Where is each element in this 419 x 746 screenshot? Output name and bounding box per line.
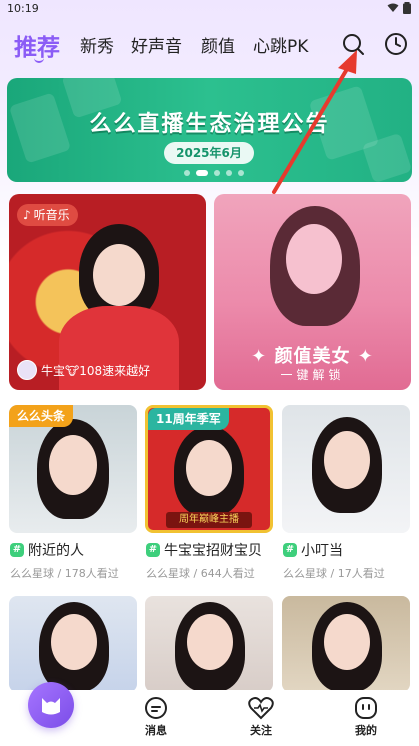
live-card[interactable]: 11周年季军 周年巅峰主播 xyxy=(145,405,273,533)
anniversary-tag: 11周年季军 xyxy=(148,408,229,430)
banner-pagination xyxy=(184,170,244,176)
history-clock-icon[interactable] xyxy=(384,32,408,56)
streamer-face xyxy=(324,431,370,489)
top-nav: 推荐 新秀 好声音 颜值 心跳PK xyxy=(0,26,419,66)
search-icon[interactable] xyxy=(341,32,365,56)
card-title: # 小叮当 xyxy=(283,540,343,560)
announcement-banner[interactable]: 么么直播生态治理公告 2025年6月 xyxy=(7,78,412,182)
topic-hash-icon: # xyxy=(283,543,297,557)
card-title-text: 牛宝宝招财宝贝 xyxy=(164,543,262,559)
streamer-face xyxy=(49,435,97,495)
nav-messages[interactable]: 消息 xyxy=(126,696,186,738)
tab-newcomer[interactable]: 新秀 xyxy=(80,32,114,57)
live-card[interactable] xyxy=(282,596,410,692)
card-meta: 么么星球 / 17人看过 xyxy=(283,567,385,580)
nav-label: 消息 xyxy=(145,724,167,737)
live-card[interactable] xyxy=(282,405,410,533)
music-badge: ♪ 听音乐 xyxy=(17,204,78,226)
banner-dot xyxy=(214,170,220,176)
live-user-name: 牛宝🐮108速来越好 xyxy=(41,363,151,378)
banner-dot-active xyxy=(196,170,208,176)
unlock-subtitle: 一键解锁 xyxy=(280,368,345,382)
banner-title: 么么直播生态治理公告 xyxy=(89,112,330,137)
status-time: 10:19 xyxy=(7,2,39,15)
wifi-icon xyxy=(387,3,399,12)
status-bar: 10:19 xyxy=(0,0,419,18)
bottom-nav: 消息 关注 我的 xyxy=(0,682,419,746)
unlock-title: ✦ 颜值美女 ✦ xyxy=(251,346,374,367)
tab-recommend[interactable]: 推荐 xyxy=(14,28,60,62)
avatar xyxy=(17,360,37,380)
music-badge-label: 听音乐 xyxy=(33,208,70,222)
streamer-face xyxy=(51,614,97,670)
nav-follow[interactable]: 关注 xyxy=(231,696,291,738)
card-meta: 么么星球 / 644人看过 xyxy=(146,567,255,580)
card-title-text: 附近的人 xyxy=(28,543,84,559)
banner-date: 2025年6月 xyxy=(164,142,254,164)
message-icon xyxy=(145,697,167,719)
card-meta: 么么星球 / 178人看过 xyxy=(10,567,119,580)
headline-tag: 么么头条 xyxy=(9,405,74,427)
banner-dot xyxy=(238,170,244,176)
topic-hash-icon: # xyxy=(146,543,160,557)
live-card[interactable] xyxy=(145,596,273,692)
streamer-face xyxy=(187,614,233,670)
card-title: # 附近的人 xyxy=(10,540,84,560)
battery-icon xyxy=(403,2,411,14)
featured-live-card[interactable]: ♪ 听音乐 牛宝🐮108速来越好 xyxy=(9,194,206,390)
live-user: 牛宝🐮108速来越好 xyxy=(17,360,150,380)
tab-looks[interactable]: 颜值 xyxy=(201,32,235,57)
tab-good-voice[interactable]: 好声音 xyxy=(131,32,182,57)
banner-dot xyxy=(184,170,190,176)
streamer-face xyxy=(286,224,342,294)
unlock-beauty-card[interactable]: ✦ 颜值美女 ✦ 一键解锁 xyxy=(214,194,411,390)
home-logo-icon xyxy=(42,698,60,715)
card-title: # 牛宝宝招财宝贝 xyxy=(146,540,262,560)
nav-profile[interactable]: 我的 xyxy=(336,696,396,738)
streamer-face xyxy=(186,440,232,496)
home-button[interactable] xyxy=(28,682,74,728)
live-card[interactable]: 么么头条 xyxy=(9,405,137,533)
topic-hash-icon: # xyxy=(10,543,24,557)
profile-face-icon xyxy=(355,697,377,719)
heart-icon xyxy=(248,697,274,720)
nav-label: 关注 xyxy=(250,724,272,737)
frame-banner: 周年巅峰主播 xyxy=(166,512,252,528)
streamer-face xyxy=(324,614,370,670)
active-tab-indicator xyxy=(34,58,44,63)
live-card[interactable] xyxy=(9,596,137,692)
card-title-text: 小叮当 xyxy=(301,543,343,559)
nav-label: 我的 xyxy=(355,724,377,737)
streamer-face xyxy=(93,244,145,306)
tab-heartbeat-pk[interactable]: 心跳PK xyxy=(253,32,308,57)
banner-dot xyxy=(226,170,232,176)
status-icons xyxy=(387,2,411,14)
music-note-icon: ♪ xyxy=(23,208,31,222)
